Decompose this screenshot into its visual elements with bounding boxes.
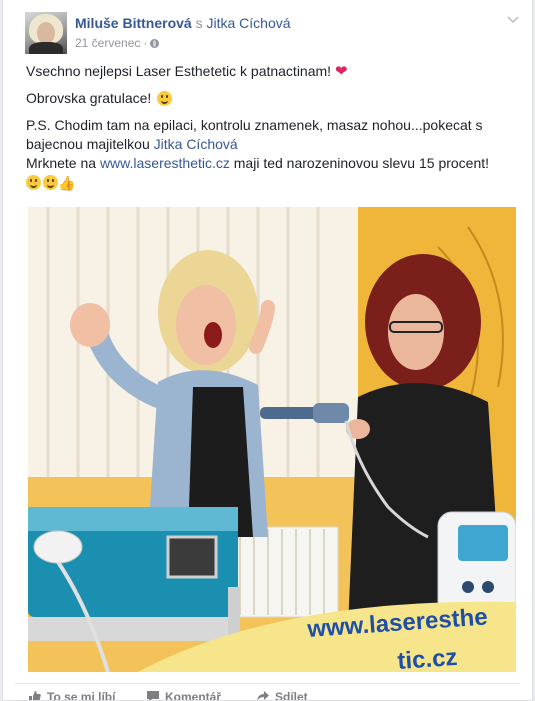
ps-text: P.S. Chodim tam na epilaci, kontrolu zna… xyxy=(26,117,483,152)
comment-button[interactable]: Komentář xyxy=(147,690,222,701)
post-card: Miluše Bittnerová s Jitka Cíchová 21 čer… xyxy=(2,0,533,701)
like-button[interactable]: To se mi líbí xyxy=(29,690,116,701)
mrknete-prefix: Mrknete na xyxy=(26,155,100,171)
heart-icon: ❤ xyxy=(334,63,348,80)
photo-illustration: www.laseresthe tic.cz xyxy=(28,207,516,672)
with-word: s xyxy=(195,15,203,31)
post-header: Miluše Bittnerová s Jitka Cíchová 21 čer… xyxy=(25,12,520,56)
post-meta: 21 červenec · xyxy=(75,36,160,50)
share-icon xyxy=(257,691,269,700)
post-paragraph-3: P.S. Chodim tam na epilaci, kontrolu zna… xyxy=(26,116,516,193)
post-line-1: Vsechno nejlepsi Laser Esthetetic k patn… xyxy=(26,62,516,81)
share-label: Sdílet xyxy=(275,690,308,701)
author-name-link[interactable]: Miluše Bittnerová xyxy=(75,15,192,31)
like-label: To se mi líbí xyxy=(47,690,116,701)
globe-icon[interactable] xyxy=(150,39,160,48)
author-avatar[interactable] xyxy=(25,12,67,54)
mrknete-suffix: maji ted narozeninovou slevu 15 procent! xyxy=(229,155,490,171)
website-link[interactable]: www.laseresthetic.cz xyxy=(100,155,230,171)
post-photo[interactable]: www.laseresthe tic.cz xyxy=(28,207,516,672)
thumbs-up-icon xyxy=(29,691,41,700)
post-line-2: Obrovska gratulace! xyxy=(26,89,516,108)
thumbs-up-icon: 👍 xyxy=(58,175,76,191)
mention-link[interactable]: Jitka Cíchová xyxy=(154,136,238,152)
chevron-down-icon[interactable] xyxy=(506,14,520,26)
tagged-user-link[interactable]: Jitka Cíchová xyxy=(206,15,290,31)
meta-separator: · xyxy=(143,36,148,50)
share-button[interactable]: Sdílet xyxy=(257,690,308,701)
smile-icon xyxy=(157,91,173,106)
comment-label: Komentář xyxy=(165,690,222,701)
post-date-link[interactable]: 21 červenec xyxy=(75,36,140,50)
comment-icon xyxy=(147,691,159,700)
post-line-1-text: Vsechno nejlepsi Laser Esthetetic k patn… xyxy=(26,63,332,79)
smile-icon xyxy=(43,175,58,190)
photo-watermark-line-2: tic.cz xyxy=(397,644,459,672)
post-title: Miluše Bittnerová s Jitka Cíchová xyxy=(75,15,291,31)
smile-icon xyxy=(26,175,41,190)
post-line-2-text: Obrovska gratulace! xyxy=(26,90,152,106)
actions-divider xyxy=(15,683,520,684)
post-actions-bar: To se mi líbí Komentář Sdílet xyxy=(29,690,519,701)
post-text: Vsechno nejlepsi Laser Esthetetic k patn… xyxy=(26,62,516,193)
